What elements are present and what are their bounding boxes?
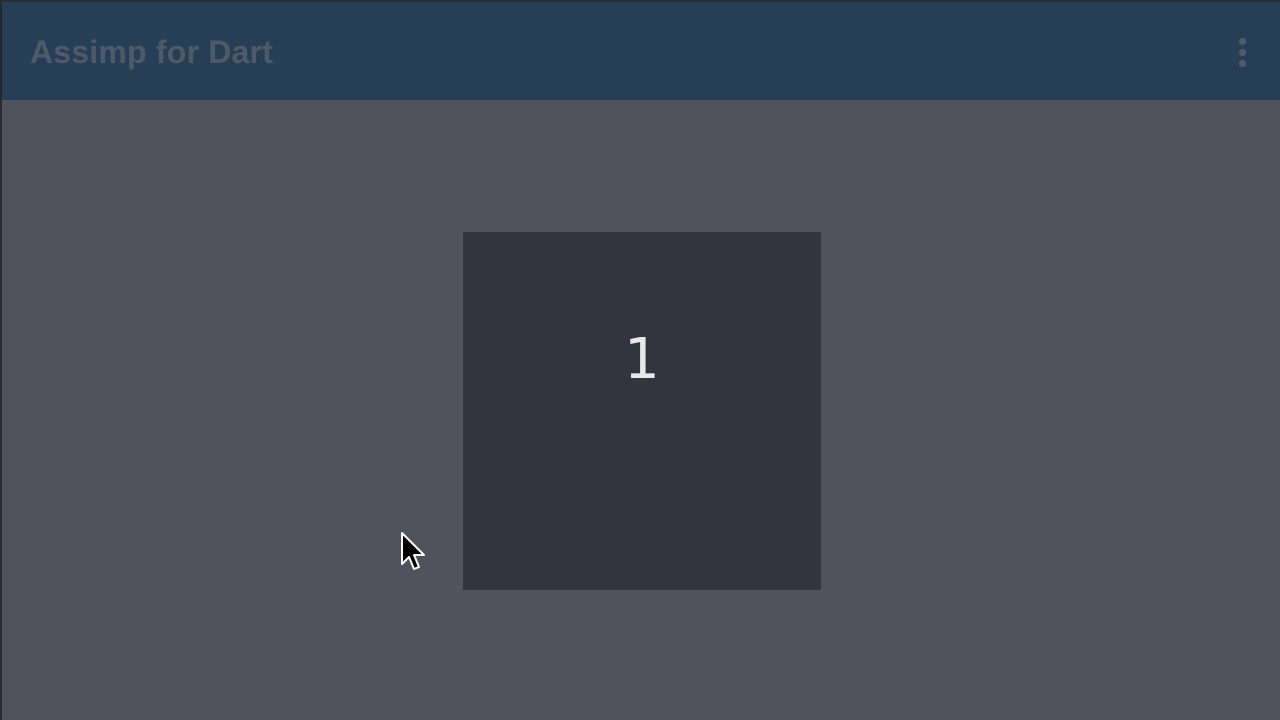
main-content: 1: [2, 100, 1280, 720]
card-number: 1: [624, 327, 660, 392]
app-bar: Assimp for Dart: [2, 2, 1280, 100]
app-title: Assimp for Dart: [30, 34, 274, 70]
menu-dot: [1238, 48, 1246, 56]
number-card[interactable]: 1: [463, 232, 821, 590]
menu-dot: [1238, 59, 1246, 67]
more-vert-icon[interactable]: [1224, 32, 1260, 72]
menu-dot: [1238, 37, 1246, 45]
app-window: Assimp for Dart 1: [0, 0, 1280, 720]
